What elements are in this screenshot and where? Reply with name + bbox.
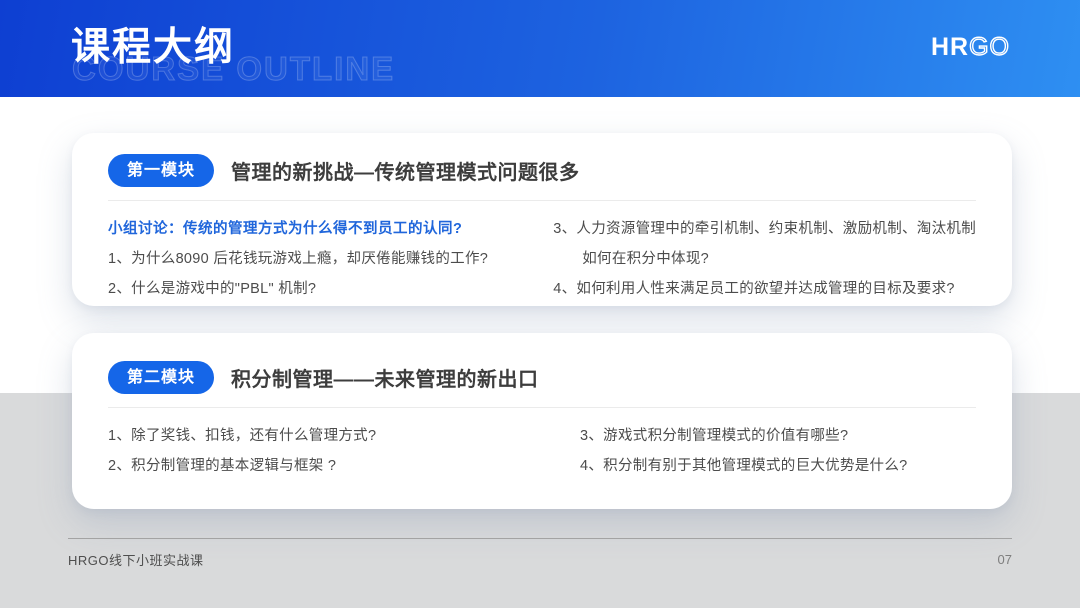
list-item-line: 2、什么是游戏中的"PBL" 机制? [108, 280, 553, 299]
module-2-card: 第二模块 积分制管理——未来管理的新出口 1、除了奖钱、扣钱，还有什么管理方式?… [72, 333, 1012, 509]
header-banner: COURSE OUTLINE 课程大纲 HRGO [0, 0, 1080, 97]
module-2-right-items: 3、游戏式积分制管理模式的价值有哪些? 4、积分制有别于其他管理模式的巨大优势是什… [580, 427, 976, 476]
module-1-left-items: 1、为什么8090 后花钱玩游戏上瘾，却厌倦能赚钱的工作? 2、什么是游戏中的"P… [108, 250, 553, 299]
module-2-badge: 第二模块 [108, 361, 214, 394]
logo-light-part: GO [969, 33, 1010, 61]
module-1-body: 小组讨论：传统的管理方式为什么得不到员工的认同? 1、为什么8090 后花钱玩游… [72, 201, 1012, 299]
module-1-badge: 第一模块 [108, 154, 214, 187]
discussion-question: 小组讨论：传统的管理方式为什么得不到员工的认同? [108, 220, 553, 239]
module-1-title: 管理的新挑战—传统管理模式问题很多 [231, 156, 580, 185]
module-2-header: 第二模块 积分制管理——未来管理的新出口 [72, 333, 1012, 394]
footer: HRGO线下小班实战课 07 [68, 538, 1012, 569]
module-2-body: 1、除了奖钱、扣钱，还有什么管理方式? 2、积分制管理的基本逻辑与框架 ? 3、游… [72, 408, 1012, 476]
list-item-line: 4、如何利用人性来满足员工的欲望并达成管理的目标及要求? [553, 280, 976, 299]
list-item-line: 1、除了奖钱、扣钱，还有什么管理方式? [108, 427, 580, 446]
module-1-card: 第一模块 管理的新挑战—传统管理模式问题很多 小组讨论：传统的管理方式为什么得不… [72, 133, 1012, 306]
module-2-right-column: 3、游戏式积分制管理模式的价值有哪些? 4、积分制有别于其他管理模式的巨大优势是什… [580, 416, 976, 476]
module-2-left-items: 1、除了奖钱、扣钱，还有什么管理方式? 2、积分制管理的基本逻辑与框架 ? [108, 427, 580, 476]
module-1-right-items: 3、人力资源管理中的牵引机制、约束机制、激励机制、淘汰机制如何在积分中体现? 4、… [553, 220, 976, 299]
slide: COURSE OUTLINE 课程大纲 HRGO 第一模块 管理的新挑战—传统管… [0, 0, 1080, 608]
page-title: 课程大纲 [71, 16, 235, 72]
page-number: 07 [998, 552, 1012, 567]
module-2-left-column: 1、除了奖钱、扣钱，还有什么管理方式? 2、积分制管理的基本逻辑与框架 ? [108, 416, 580, 476]
hrgo-logo: HRGO [931, 33, 1010, 62]
list-item-line: 3、人力资源管理中的牵引机制、约束机制、激励机制、淘汰机制 [553, 220, 976, 239]
list-item-line: 如何在积分中体现? [553, 250, 976, 269]
module-1-header: 第一模块 管理的新挑战—传统管理模式问题很多 [72, 133, 1012, 187]
module-1-left-column: 小组讨论：传统的管理方式为什么得不到员工的认同? 1、为什么8090 后花钱玩游… [108, 209, 553, 299]
module-2-title: 积分制管理——未来管理的新出口 [231, 363, 539, 392]
list-item-line: 1、为什么8090 后花钱玩游戏上瘾，却厌倦能赚钱的工作? [108, 250, 553, 269]
list-item-line: 4、积分制有别于其他管理模式的巨大优势是什么? [580, 457, 976, 476]
module-1-right-column: 3、人力资源管理中的牵引机制、约束机制、激励机制、淘汰机制如何在积分中体现? 4、… [553, 209, 976, 299]
list-item-line: 3、游戏式积分制管理模式的价值有哪些? [580, 427, 976, 446]
list-item-line: 2、积分制管理的基本逻辑与框架 ? [108, 457, 580, 476]
logo-bold-part: HR [931, 33, 969, 61]
footer-course-label: HRGO线下小班实战课 [68, 550, 204, 569]
